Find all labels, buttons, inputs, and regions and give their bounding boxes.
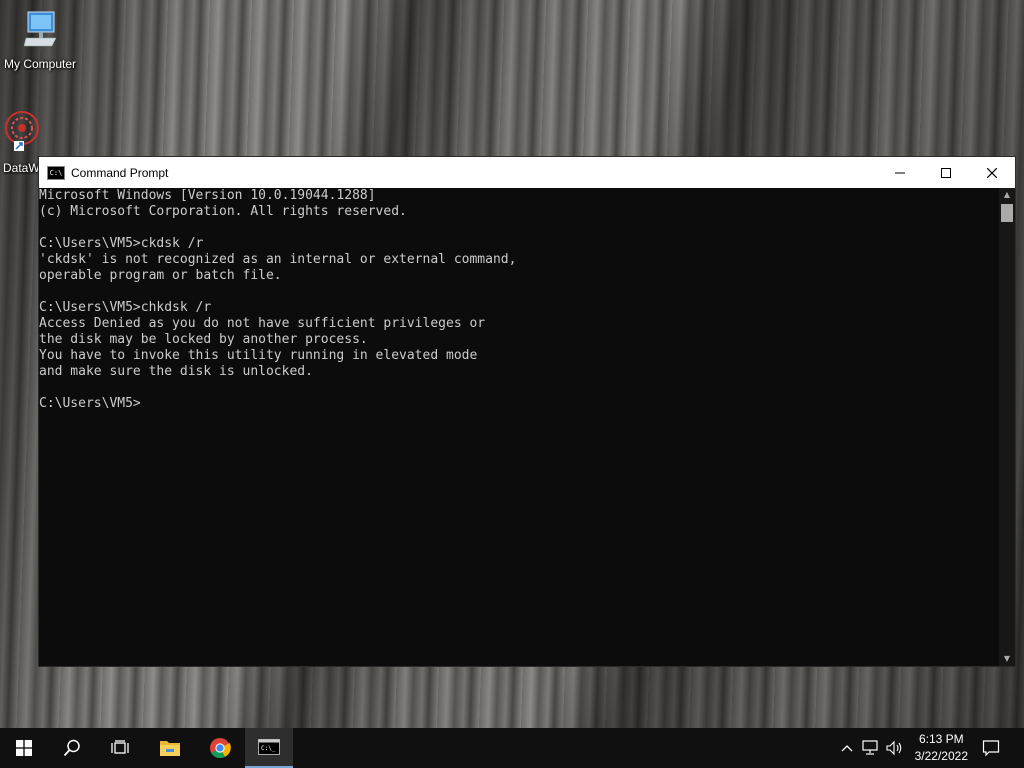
clock-date: 3/22/2022	[914, 749, 968, 763]
search-button[interactable]	[48, 728, 96, 768]
console-line: Access Denied as you do not have suffici…	[39, 316, 486, 331]
window-title: Command Prompt	[71, 165, 169, 180]
taskbar: C:\_ 6:13 PM 3/22/2022	[0, 728, 1024, 768]
scroll-down-arrow-icon[interactable]: ▼	[999, 654, 1015, 664]
desktop-icon-label: DataW	[3, 161, 40, 175]
vertical-scrollbar[interactable]: ▲ ▼	[999, 188, 1015, 666]
command-prompt-taskbar-button[interactable]: C:\_	[245, 728, 293, 768]
minimize-button[interactable]	[877, 157, 923, 188]
system-clock[interactable]: 6:13 PM 3/22/2022	[915, 731, 968, 765]
console-line: You have to invoke this utility running …	[39, 348, 478, 363]
desktop-icon-label: My Computer	[3, 57, 77, 71]
console-line: the disk may be locked by another proces…	[39, 332, 368, 347]
chrome-button[interactable]	[196, 728, 244, 768]
title-bar[interactable]: C:\ Command Prompt	[39, 157, 1015, 188]
dataw-app-icon	[5, 111, 39, 151]
scroll-thumb[interactable]	[1001, 204, 1013, 222]
console-line: C:\Users\VM5>chkdsk /r	[39, 300, 212, 315]
console-line: 'ckdsk' is not recognized as an internal…	[39, 252, 517, 267]
scroll-up-arrow-icon[interactable]: ▲	[999, 190, 1015, 200]
chevron-up-icon	[841, 745, 853, 752]
folder-icon	[160, 741, 180, 756]
console-text: Microsoft Windows [Version 10.0.19044.12…	[39, 188, 999, 412]
svg-text:C:\_: C:\_	[261, 745, 276, 752]
file-explorer-button[interactable]	[146, 728, 194, 768]
start-button[interactable]	[0, 728, 48, 768]
network-tray-button[interactable]	[862, 738, 880, 758]
chrome-icon	[210, 738, 231, 759]
close-icon	[987, 167, 997, 178]
maximize-button[interactable]	[923, 157, 969, 188]
console-line: Microsoft Windows [Version 10.0.19044.12…	[39, 188, 376, 203]
maximize-icon	[941, 167, 951, 178]
console-line: operable program or batch file.	[39, 268, 282, 283]
command-prompt-icon: C:\_	[258, 739, 280, 755]
notification-icon	[982, 740, 1000, 757]
close-button[interactable]	[969, 157, 1015, 188]
console-line: C:\Users\VM5>ckdsk /r	[39, 236, 204, 251]
task-view-button[interactable]	[96, 728, 144, 768]
desktop-icon-dataw[interactable]: DataW	[0, 106, 40, 175]
command-prompt-window[interactable]: C:\ Command Prompt Microsoft Windows [Ve…	[38, 156, 1016, 667]
console-line: and make sure the disk is unlocked.	[39, 364, 313, 379]
action-center-button[interactable]	[982, 738, 1000, 758]
console-output[interactable]: Microsoft Windows [Version 10.0.19044.12…	[39, 188, 999, 666]
show-hidden-icons-button[interactable]	[838, 738, 856, 758]
console-line: C:\Users\VM5>	[39, 396, 141, 411]
console-line: (c) Microsoft Corporation. All rights re…	[39, 204, 407, 219]
speaker-icon	[886, 740, 902, 756]
volume-tray-button[interactable]	[886, 738, 904, 758]
minimize-icon	[895, 172, 905, 173]
windows-logo-icon	[16, 740, 32, 756]
network-icon	[862, 740, 878, 755]
command-prompt-icon: C:\	[47, 165, 65, 180]
search-icon	[63, 739, 80, 757]
clock-time: 6:13 PM	[918, 732, 964, 746]
desktop-icon-my-computer[interactable]: My Computer	[0, 8, 80, 71]
task-view-icon	[111, 740, 129, 754]
computer-icon	[23, 11, 57, 47]
